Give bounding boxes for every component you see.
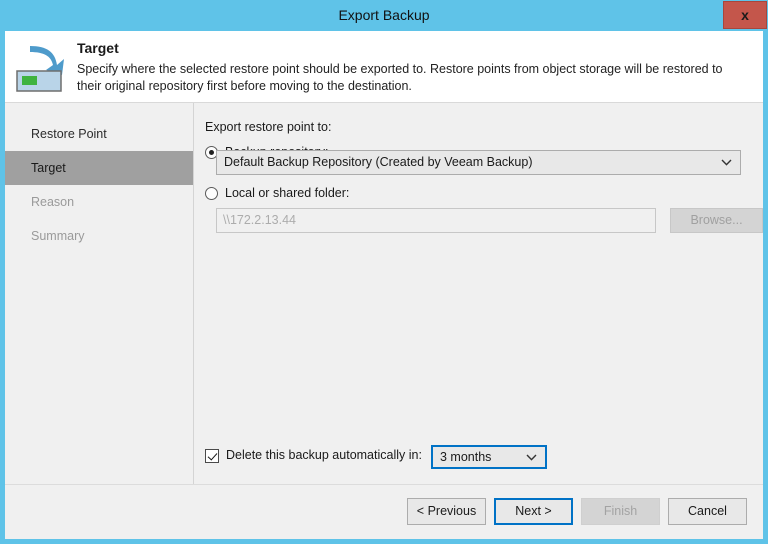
delete-backup-automatically-label: Delete this backup automatically in: (226, 448, 422, 462)
sidebar-item-summary[interactable]: Summary (5, 219, 193, 253)
chevron-down-icon (721, 151, 732, 174)
title-bar: Export Backup x (0, 0, 768, 31)
window-title: Export Backup (338, 7, 430, 23)
radio-local-or-shared-folder-label: Local or shared folder: (225, 186, 350, 200)
dialog-body: Restore Point Target Reason Summary Expo… (5, 103, 763, 484)
browse-button[interactable]: Browse... (670, 208, 763, 233)
folder-path-input[interactable]: \\172.2.13.44 (216, 208, 656, 233)
retention-period-select[interactable]: 3 months (431, 445, 547, 469)
sidebar-item-reason[interactable]: Reason (5, 185, 193, 219)
wizard-steps-sidebar: Restore Point Target Reason Summary (5, 103, 193, 484)
next-button[interactable]: Next > (494, 498, 573, 525)
backup-repository-value: Default Backup Repository (Created by Ve… (224, 155, 533, 170)
sidebar-item-target[interactable]: Target (5, 151, 193, 185)
retention-period-value: 3 months (440, 449, 492, 464)
backup-repository-select[interactable]: Default Backup Repository (Created by Ve… (216, 150, 741, 175)
export-arrow-to-repository-icon (14, 37, 72, 95)
header-title: Target (77, 40, 119, 56)
radio-local-or-shared-folder[interactable] (205, 187, 218, 200)
cancel-button[interactable]: Cancel (668, 498, 747, 525)
header-description: Specify where the selected restore point… (77, 62, 723, 93)
export-destination-label: Export restore point to: (205, 120, 332, 134)
target-settings-panel: Export restore point to: Backup reposito… (194, 103, 763, 484)
previous-button[interactable]: < Previous (407, 498, 486, 525)
dialog-footer: < Previous Next > Finish Cancel (5, 484, 763, 539)
finish-button[interactable]: Finish (581, 498, 660, 525)
delete-backup-automatically-checkbox[interactable] (205, 449, 219, 463)
export-backup-dialog: Export Backup x Target Specify where the… (0, 0, 768, 544)
chevron-down-icon (526, 447, 537, 467)
wizard-header: Target Specify where the selected restor… (5, 31, 763, 103)
close-button[interactable]: x (723, 1, 767, 29)
sidebar-item-restore-point[interactable]: Restore Point (5, 117, 193, 151)
